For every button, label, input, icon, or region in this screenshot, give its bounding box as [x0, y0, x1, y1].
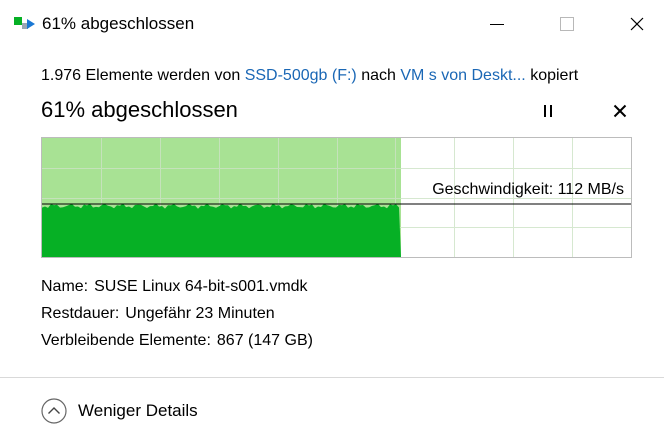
footer-divider: [0, 377, 664, 378]
item-count-text: 1.976 Elemente werden von: [41, 67, 241, 84]
detail-name-row: Name: SUSE Linux 64-bit-s001.vmdk: [41, 278, 308, 296]
pause-icon: [542, 105, 554, 117]
window-title: 61% abgeschlossen: [42, 14, 195, 33]
rest-label: Restdauer:: [41, 305, 120, 322]
destination-link[interactable]: VM s von Deskt...: [400, 67, 525, 84]
detail-rest-row: Restdauer: Ungefähr 23 Minuten: [41, 305, 275, 323]
copy-progress-icon: [14, 17, 35, 29]
less-details-button[interactable]: Weniger Details: [41, 396, 198, 426]
kopiert-text: kopiert: [530, 67, 579, 84]
minimize-icon: [490, 23, 504, 25]
name-value: SUSE Linux 64-bit-s001.vmdk: [94, 278, 308, 295]
close-icon: [630, 17, 644, 31]
detail-remaining-row: Verbleibende Elemente: 867 (147 GB): [41, 332, 313, 350]
nach-text: nach: [361, 67, 396, 84]
title-bar: 61% abgeschlossen: [0, 0, 664, 48]
maximize-button[interactable]: [544, 0, 590, 48]
remaining-value: 867 (147 GB): [216, 332, 313, 349]
cancel-icon: [613, 104, 627, 118]
name-label: Name:: [41, 278, 89, 295]
rest-value: Ungefähr 23 Minuten: [125, 305, 275, 322]
maximize-icon: [560, 17, 574, 31]
speed-graph: Geschwindigkeit: 112 MB/s: [41, 137, 632, 258]
speed-history-area: [42, 203, 401, 257]
less-details-label: Weniger Details: [78, 401, 198, 420]
speed-label: Geschwindigkeit: 112 MB/s: [432, 181, 624, 198]
chevron-up-icon: [41, 398, 67, 424]
progress-status: 61% abgeschlossen: [41, 97, 238, 122]
source-link[interactable]: SSD-500gb (F:): [245, 67, 357, 84]
pause-button[interactable]: [536, 100, 560, 122]
cancel-button[interactable]: [608, 100, 632, 122]
minimize-button[interactable]: [474, 0, 520, 48]
close-button[interactable]: [614, 0, 660, 48]
copy-description: 1.976 Elemente werden von SSD-500gb (F:)…: [41, 67, 578, 85]
remaining-label: Verbleibende Elemente:: [41, 332, 211, 349]
